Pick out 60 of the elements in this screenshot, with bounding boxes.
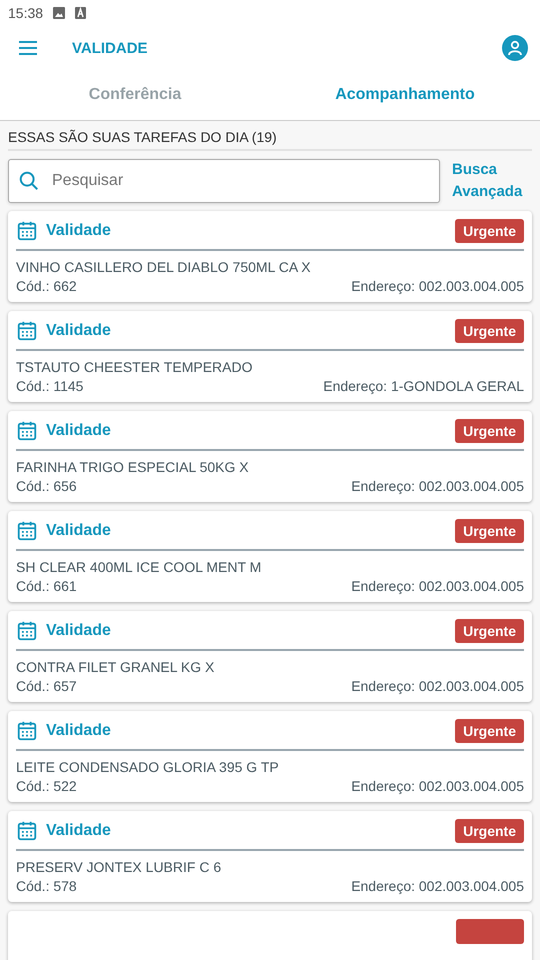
- product-address: Endereço: 002.003.004.005: [351, 678, 524, 694]
- product-code: Cód.: 657: [16, 678, 77, 694]
- product-name: TSTAUTO CHEESTER TEMPERADO: [16, 359, 254, 375]
- product-code: Cód.: 661: [16, 578, 77, 594]
- urgency-badge: Urgente: [455, 619, 524, 643]
- task-type: Validade: [46, 522, 112, 540]
- task-card[interactable]: Validade Urgente CONTRA FILET GRANEL KG X Cód.: 657 Endereço: 002.003.004.005: [8, 611, 532, 702]
- product-address: Endereço: 002.003.004.005: [351, 778, 524, 794]
- search-field[interactable]: Pesquisar: [8, 159, 440, 203]
- task-card[interactable]: Validade Urgente FARINHA TRIGO ESPECIAL 50KG X Cód.: 656 Endereço: 002.003.004.005: [8, 411, 532, 502]
- urgency-badge: Urgente: [455, 419, 524, 443]
- product-name: LEITE CONDENSADO GLORIA 395 G TP: [16, 759, 280, 775]
- task-type: Validade: [46, 422, 112, 440]
- task-card[interactable]: Validade Urgente VINHO CASILLERO DEL DIABLO 750ML CA X Cód.: 662 Endereço: 002.003.004.005: [8, 211, 532, 302]
- task-card[interactable]: Validade Urgente LEITE CONDENSADO GLORIA 395 G TP Cód.: 522 Endereço: 002.003.004.005: [8, 711, 532, 802]
- calendar-icon: [16, 820, 38, 842]
- task-card[interactable]: [8, 911, 532, 960]
- person-icon: [507, 40, 523, 56]
- search-icon: [18, 170, 40, 192]
- product-code: Cód.: 662: [16, 278, 77, 294]
- calendar-icon: [16, 620, 38, 642]
- calendar-icon: [16, 420, 38, 442]
- notification-icon: [75, 7, 86, 19]
- tasks-header: ESSAS SÃO SUAS TAREFAS DO DIA (19): [8, 127, 532, 151]
- task-type: Validade: [46, 722, 112, 740]
- profile-button[interactable]: [502, 35, 528, 61]
- product-code: Cód.: 522: [16, 778, 77, 794]
- task-card[interactable]: Validade Urgente TSTAUTO CHEESTER TEMPERADO Cód.: 1145 Endereço: 1-GONDOLA GERAL: [8, 311, 532, 402]
- task-type: Validade: [46, 222, 112, 240]
- product-name: VINHO CASILLERO DEL DIABLO 750ML CA X: [16, 259, 312, 275]
- task-type: Validade: [46, 622, 112, 640]
- product-code: Cód.: 656: [16, 478, 77, 494]
- product-address: Endereço: 002.003.004.005: [351, 478, 524, 494]
- product-address: Endereço: 1-GONDOLA GERAL: [323, 378, 524, 394]
- calendar-icon: [16, 320, 38, 342]
- urgency-badge: Urgente: [455, 519, 524, 543]
- product-address: Endereço: 002.003.004.005: [351, 278, 524, 294]
- urgency-badge: Urgente: [455, 319, 524, 343]
- urgency-badge: Urgente: [455, 719, 524, 743]
- urgency-badge: Urgente: [455, 219, 524, 243]
- image-icon: [53, 7, 66, 19]
- calendar-icon: [16, 720, 38, 742]
- product-code: Cód.: 578: [16, 878, 77, 894]
- task-type: Validade: [46, 822, 112, 840]
- product-name: CONTRA FILET GRANEL KG X: [16, 659, 216, 675]
- product-name: SH CLEAR 400ML ICE COOL MENT M: [16, 559, 262, 575]
- urgency-badge: [456, 919, 524, 944]
- product-name: FARINHA TRIGO ESPECIAL 50KG X: [16, 459, 250, 475]
- status-time: 15:38: [8, 5, 44, 21]
- task-type: Validade: [46, 322, 112, 340]
- app-title: VALIDADE: [72, 40, 149, 56]
- calendar-icon: [16, 520, 38, 542]
- task-card[interactable]: Validade Urgente PRESERV JONTEX LUBRIF C 6 Cód.: 578 Endereço: 002.003.004.005: [8, 811, 532, 902]
- product-address: Endereço: 002.003.004.005: [351, 578, 524, 594]
- product-address: Endereço: 002.003.004.005: [351, 878, 524, 894]
- calendar-icon: [16, 220, 38, 242]
- urgency-badge: Urgente: [455, 819, 524, 843]
- product-name: PRESERV JONTEX LUBRIF C 6: [16, 859, 222, 875]
- product-code: Cód.: 1145: [16, 378, 84, 394]
- task-card[interactable]: Validade Urgente SH CLEAR 400ML ICE COOL MENT M Cód.: 661 Endereço: 002.003.004.005: [8, 511, 532, 602]
